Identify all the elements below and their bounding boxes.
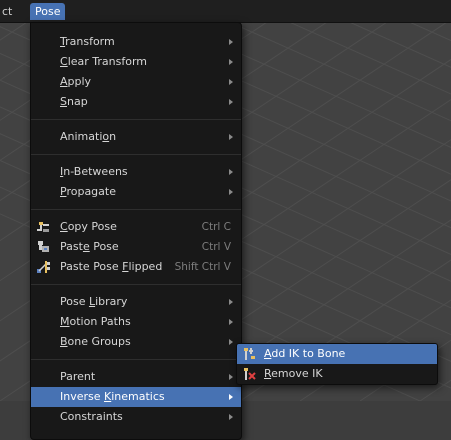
menu-item-transform[interactable]: Transform [31,32,241,52]
menu-item-inverse-kinematics[interactable]: Inverse Kinematics [31,387,241,407]
menu-item-label: Pose Library [60,295,128,308]
menu-item-label: Motion Paths [60,315,131,328]
submenu-arrow-icon [229,134,233,140]
menu-item-add-ik-to-bone[interactable]: Add IK to Bone [237,344,437,364]
menu-item-remove-ik[interactable]: Remove IK [237,364,437,384]
shortcut-label: Ctrl V [201,241,231,253]
menu-item-in-betweens[interactable]: In-Betweens [31,162,241,182]
menu-item-constraints[interactable]: Constraints [31,407,241,427]
menu-item-label: Paste Pose Flipped [60,260,163,273]
menu-item-parent[interactable]: Parent [31,367,241,387]
submenu-arrow-icon [229,99,233,105]
submenu-arrow-icon [229,394,233,400]
add-ik-icon [244,348,255,360]
submenu-arrow-icon [229,339,233,345]
menu-item-paste-pose-flipped[interactable]: Paste Pose Flipped Shift Ctrl V [31,257,241,277]
submenu-arrow-icon [229,299,233,305]
menu-item-pose-library[interactable]: Pose Library [31,292,241,312]
menu-item-bone-groups[interactable]: Bone Groups [31,332,241,352]
submenu-arrow-icon [229,319,233,325]
menu-separator [31,119,241,120]
remove-ik-icon [244,368,256,380]
menu-item-copy-pose[interactable]: Copy Pose Ctrl C [31,217,241,237]
menu-item-label: Copy Pose [60,220,117,233]
submenu-arrow-icon [229,59,233,65]
menu-item-label: Transform [60,35,115,48]
header-menu-bar: ct Pose [0,0,451,23]
submenu-arrow-icon [229,374,233,380]
menu-item-snap[interactable]: Snap [31,92,241,112]
pose-dropdown-menu: Transform Clear Transform Apply Snap Ani… [30,22,242,440]
submenu-arrow-icon [229,39,233,45]
menu-item-label: Remove IK [264,367,323,380]
menu-item-label: Parent [60,370,96,383]
menu-pose[interactable]: Pose [30,3,66,20]
menu-separator [31,154,241,155]
menu-item-label: Add IK to Bone [264,347,346,360]
menu-item-propagate[interactable]: Propagate [31,182,241,202]
menu-item-animation[interactable]: Animation [31,127,241,147]
submenu-arrow-icon [229,189,233,195]
shortcut-label: Ctrl C [201,221,231,233]
menu-select[interactable]: ct [0,3,16,20]
menu-item-label: Inverse Kinematics [60,390,165,403]
menu-item-clear-transform[interactable]: Clear Transform [31,52,241,72]
menu-item-label: Constraints [60,410,123,423]
shortcut-label: Shift Ctrl V [174,261,231,273]
submenu-arrow-icon [229,79,233,85]
menu-item-label: Bone Groups [60,335,131,348]
menu-item-label: Paste Pose [60,240,119,253]
inverse-kinematics-submenu: Add IK to Bone Remove IK [236,343,438,385]
menu-separator [31,209,241,210]
paste-pose-icon [38,241,49,252]
menu-separator [31,284,241,285]
menu-item-motion-paths[interactable]: Motion Paths [31,312,241,332]
submenu-arrow-icon [229,169,233,175]
menu-item-label: Snap [60,95,88,108]
menu-item-apply[interactable]: Apply [31,72,241,92]
menu-item-label: In-Betweens [60,165,128,178]
copy-pose-icon [37,222,49,232]
menu-item-label: Propagate [60,185,116,198]
menu-item-label: Clear Transform [60,55,147,68]
menu-item-label: Apply [60,75,92,88]
menu-separator [31,359,241,360]
submenu-arrow-icon [229,414,233,420]
menu-item-label: Animation [60,130,117,143]
menu-item-paste-pose[interactable]: Paste Pose Ctrl V [31,237,241,257]
paste-flipped-icon [37,261,50,273]
